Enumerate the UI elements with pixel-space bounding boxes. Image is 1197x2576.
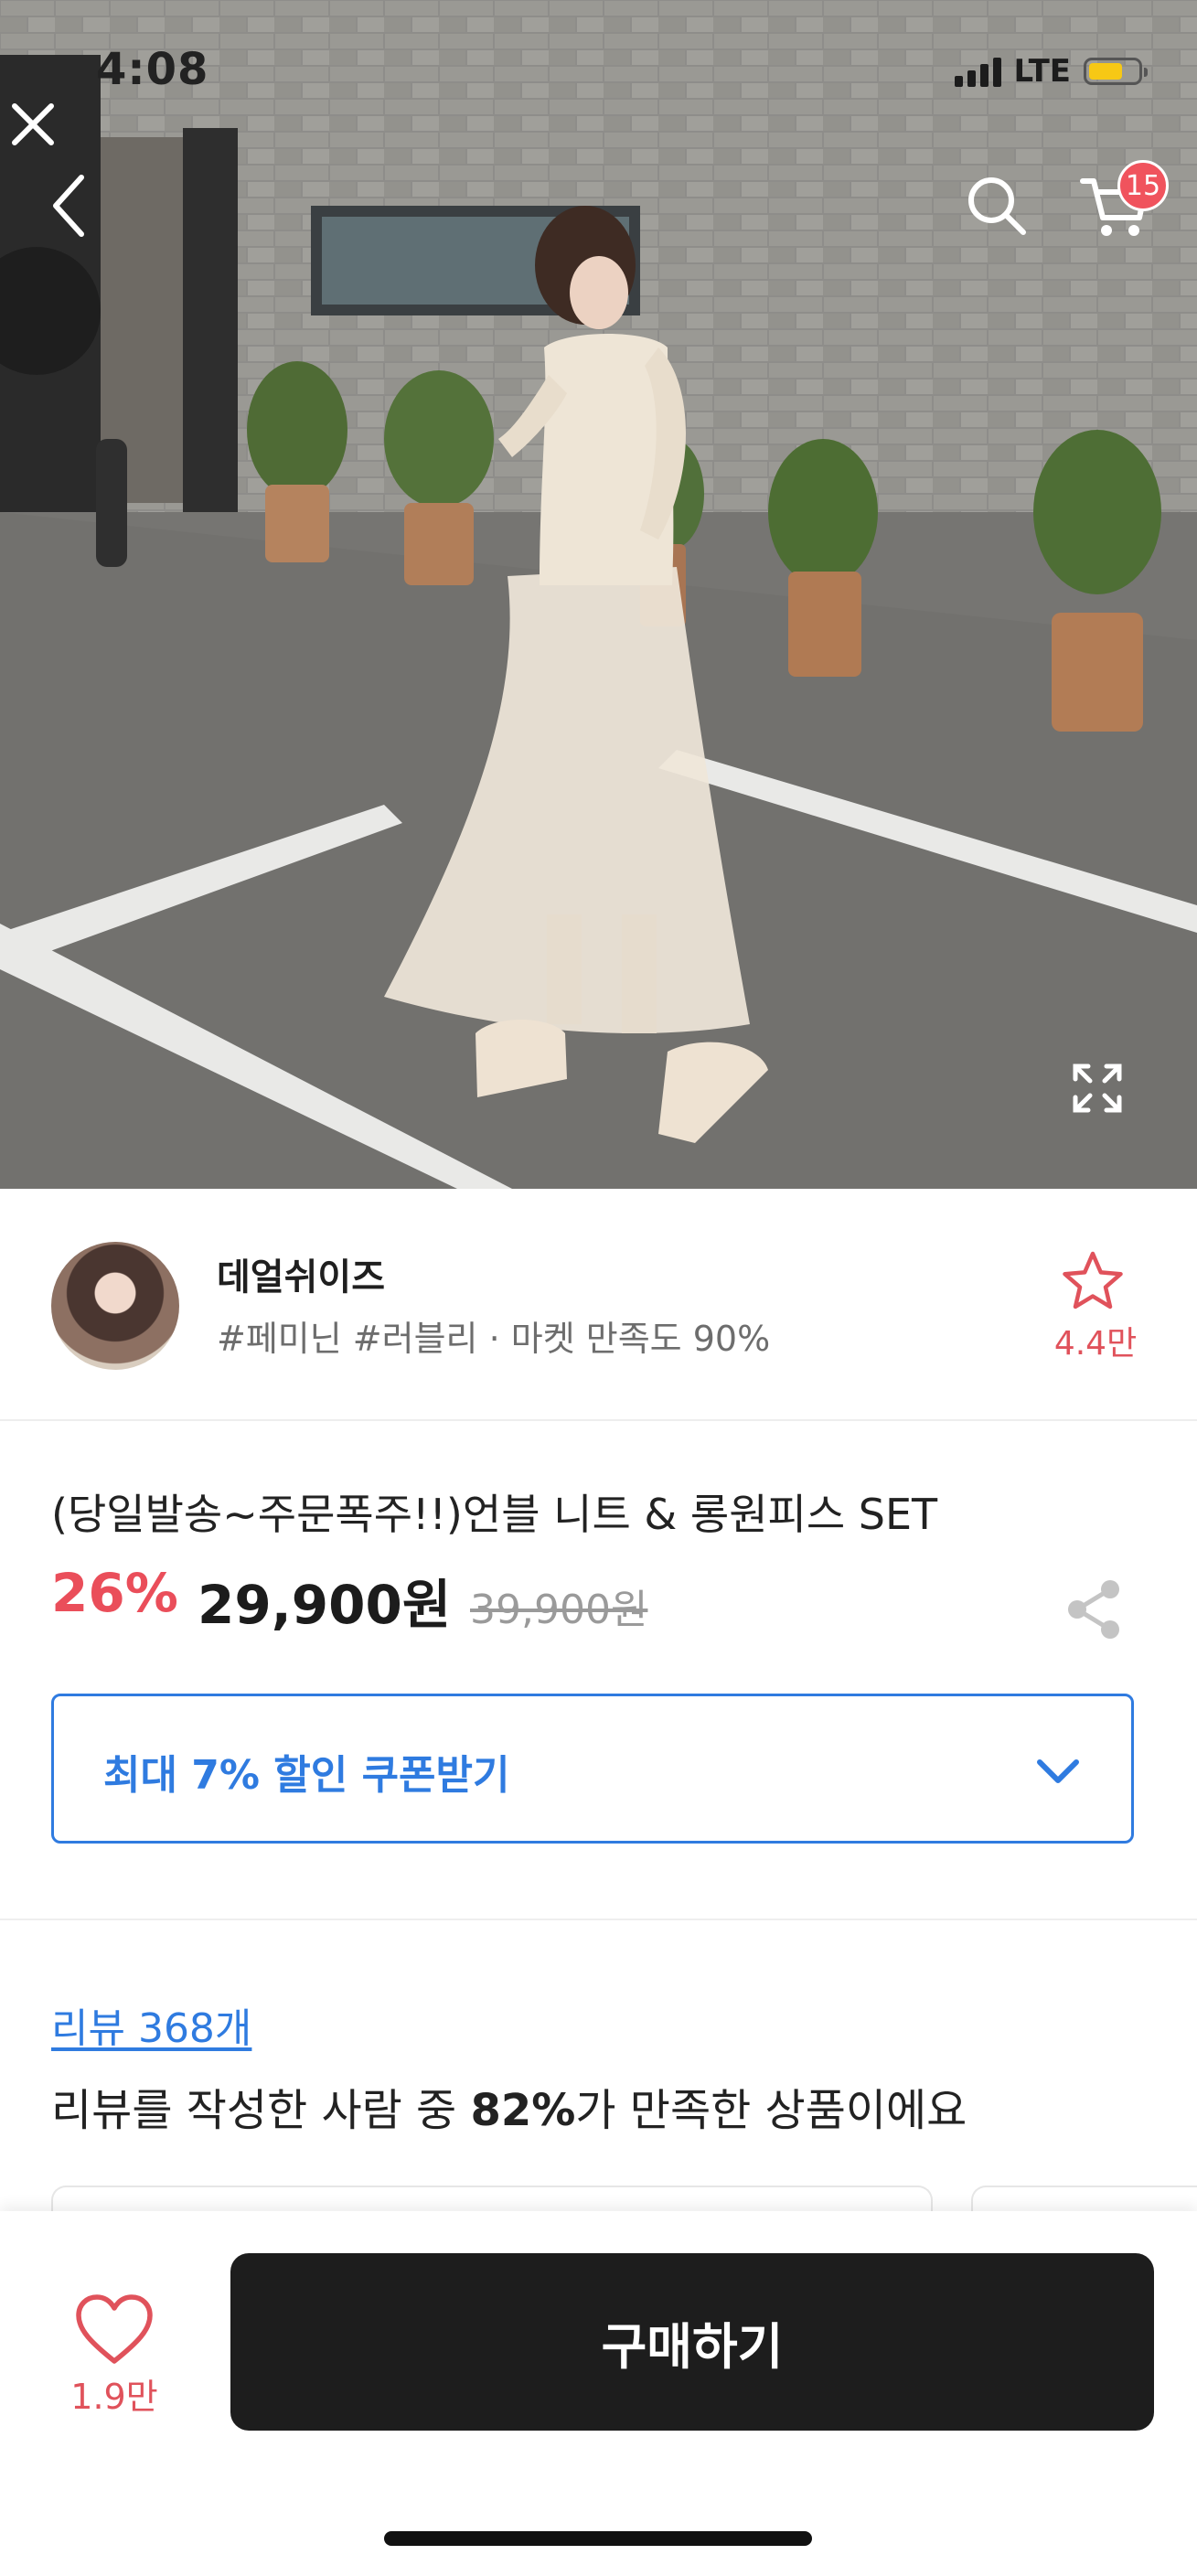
status-time: 4:08 bbox=[96, 44, 209, 95]
product-info: (당일발송~주문폭주!!)언블 니트 & 롱원피스 SET 26% 29,900… bbox=[0, 1421, 1197, 1920]
chevron-down-icon bbox=[1031, 1744, 1085, 1799]
coupon-button[interactable]: 최대 7% 할인 쿠폰받기 bbox=[51, 1694, 1134, 1844]
review-summary-prefix: 리뷰를 작성한 사람 중 bbox=[51, 2085, 471, 2136]
discount-rate: 26% bbox=[51, 1562, 178, 1624]
favorite-count: 4.4만 bbox=[1053, 1325, 1138, 1363]
seller-name[interactable]: 데얼쉬이즈 bbox=[217, 1247, 385, 1300]
share-icon[interactable] bbox=[1061, 1577, 1127, 1642]
back-icon[interactable] bbox=[50, 174, 105, 247]
review-summary-suffix: 가 만족한 상품이에요 bbox=[575, 2085, 967, 2136]
sale-price: 29,900원 bbox=[198, 1574, 452, 1636]
coupon-label: 최대 7% 할인 쿠폰받기 bbox=[103, 1752, 510, 1799]
product-title: (당일발송~주문폭주!!)언블 니트 & 롱원피스 SET bbox=[51, 1490, 938, 1539]
review-section: 리뷰 368개 리뷰를 작성한 사람 중 82%가 만족한 상품이에요 bbox=[0, 1920, 1197, 2242]
close-icon[interactable] bbox=[9, 101, 73, 165]
review-count-link[interactable]: 리뷰 368개 bbox=[51, 1995, 251, 2054]
avatar[interactable] bbox=[51, 1242, 179, 1370]
seller-section[interactable]: 데얼쉬이즈 #페미닌 #러블리 · 마켓 만족도 90% 4.4만 bbox=[0, 1189, 1197, 1421]
cart-count-badge: 15 bbox=[1117, 160, 1169, 211]
bottom-action-bar: 1.9만 구매하기 bbox=[0, 2211, 1197, 2576]
review-satisfaction-percent: 82% bbox=[470, 2085, 576, 2136]
original-price: 39,900원 bbox=[470, 1587, 648, 1633]
signal-icon bbox=[954, 56, 1001, 87]
battery-icon bbox=[1084, 58, 1148, 85]
expand-icon[interactable] bbox=[1070, 1061, 1134, 1125]
home-indicator[interactable] bbox=[384, 2531, 812, 2546]
network-label: LTE bbox=[1013, 53, 1071, 90]
buy-button[interactable]: 구매하기 bbox=[230, 2253, 1154, 2431]
product-hero-image[interactable]: 4:08 LTE 15 bbox=[0, 0, 1197, 1189]
seller-tags: #페미닌 #러블리 · 마켓 만족도 90% bbox=[217, 1319, 771, 1359]
like-count: 1.9만 bbox=[70, 2377, 158, 2417]
review-summary: 리뷰를 작성한 사람 중 82%가 만족한 상품이에요 bbox=[51, 2074, 967, 2138]
star-icon[interactable] bbox=[1061, 1249, 1125, 1313]
status-icons: LTE bbox=[954, 53, 1148, 90]
search-icon[interactable] bbox=[965, 174, 1038, 247]
